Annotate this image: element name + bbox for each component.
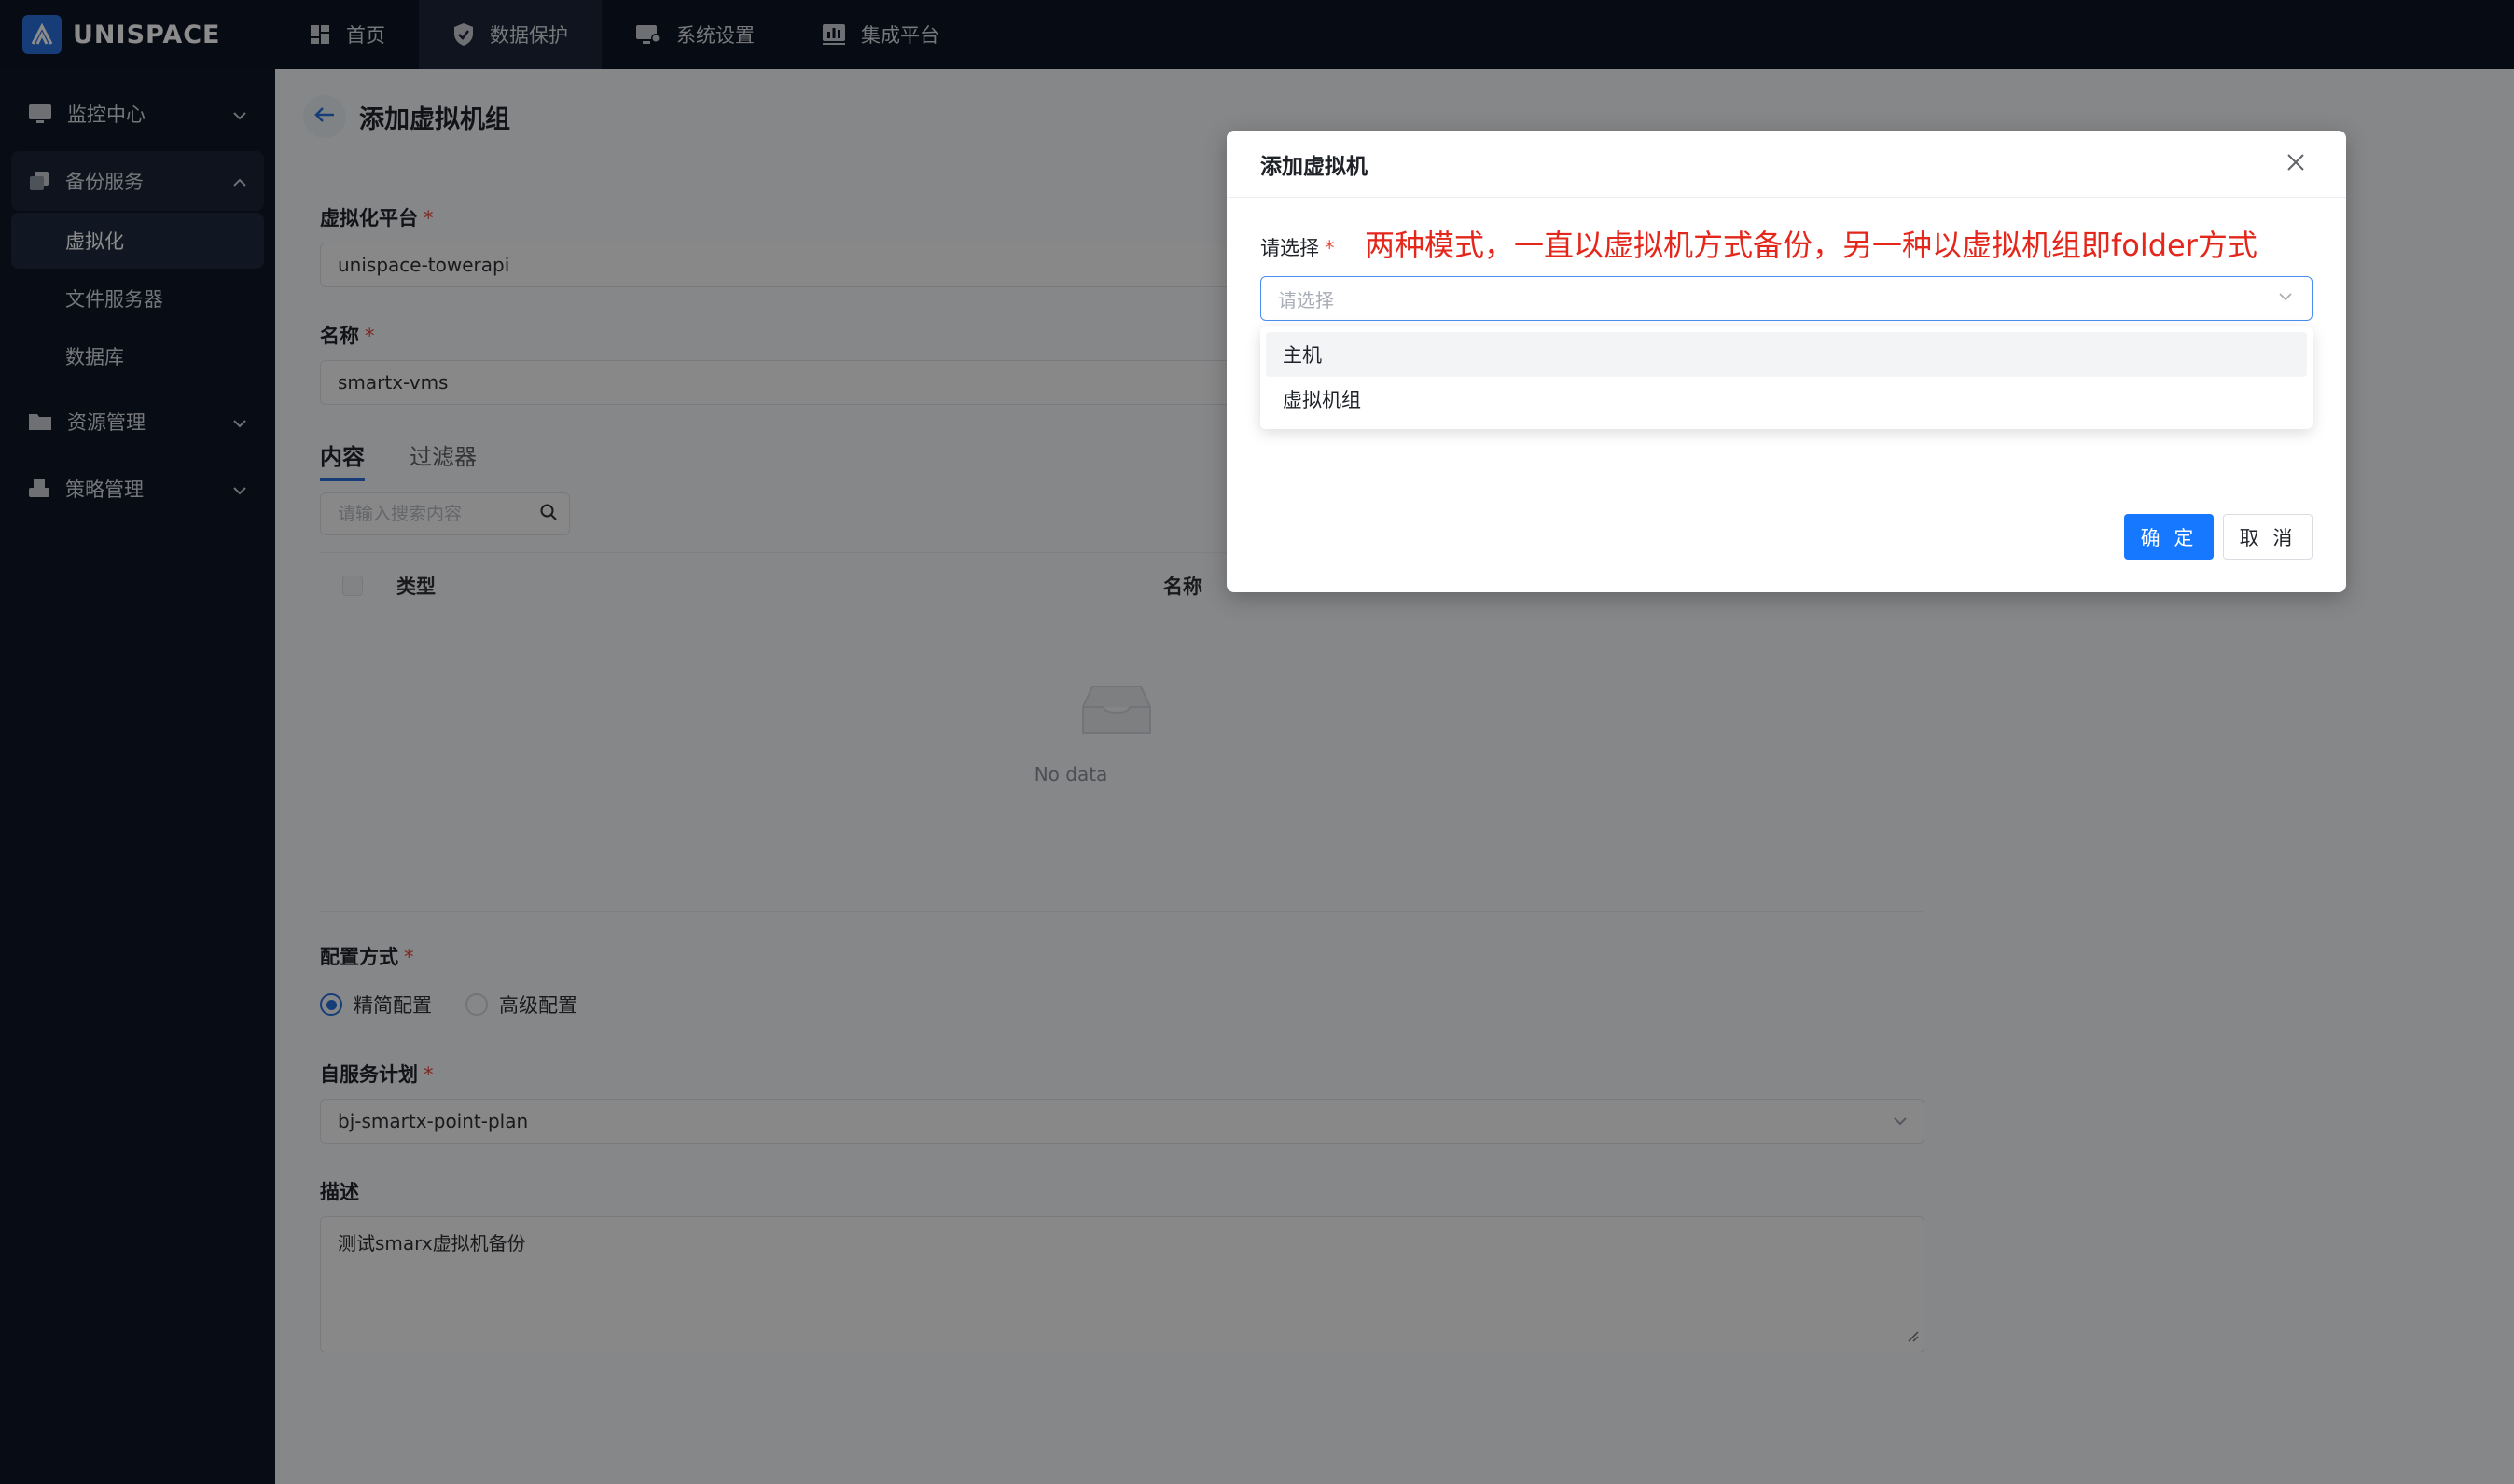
mode-select[interactable]: 请选择: [1260, 276, 2313, 321]
annotation-text: 两种模式，一直以虚拟机方式备份，另一种以虚拟机组即folder方式: [1365, 228, 2257, 263]
dialog-header: 添加虚拟机: [1227, 131, 2346, 198]
select-label: 请选择 *: [1260, 233, 1335, 261]
chevron-down-icon: [2276, 287, 2295, 310]
confirm-button[interactable]: 确 定: [2124, 514, 2214, 560]
option-vm-group[interactable]: 虚拟机组: [1266, 377, 2307, 422]
required-mark: *: [1325, 237, 1335, 259]
close-button[interactable]: [2279, 147, 2313, 181]
close-icon: [2285, 152, 2306, 176]
dialog-title: 添加虚拟机: [1260, 154, 1368, 179]
cancel-button[interactable]: 取 消: [2223, 514, 2313, 560]
mode-dropdown-menu: 主机 虚拟机组: [1260, 326, 2313, 429]
option-host[interactable]: 主机: [1266, 332, 2307, 377]
mode-select-placeholder: 请选择: [1278, 288, 1334, 312]
add-vm-dialog: 添加虚拟机 请选择 * 两种模式，一直以虚拟机方式备份，另一种以虚拟机组即fold…: [1227, 131, 2346, 592]
select-label-text: 请选择: [1260, 237, 1319, 259]
